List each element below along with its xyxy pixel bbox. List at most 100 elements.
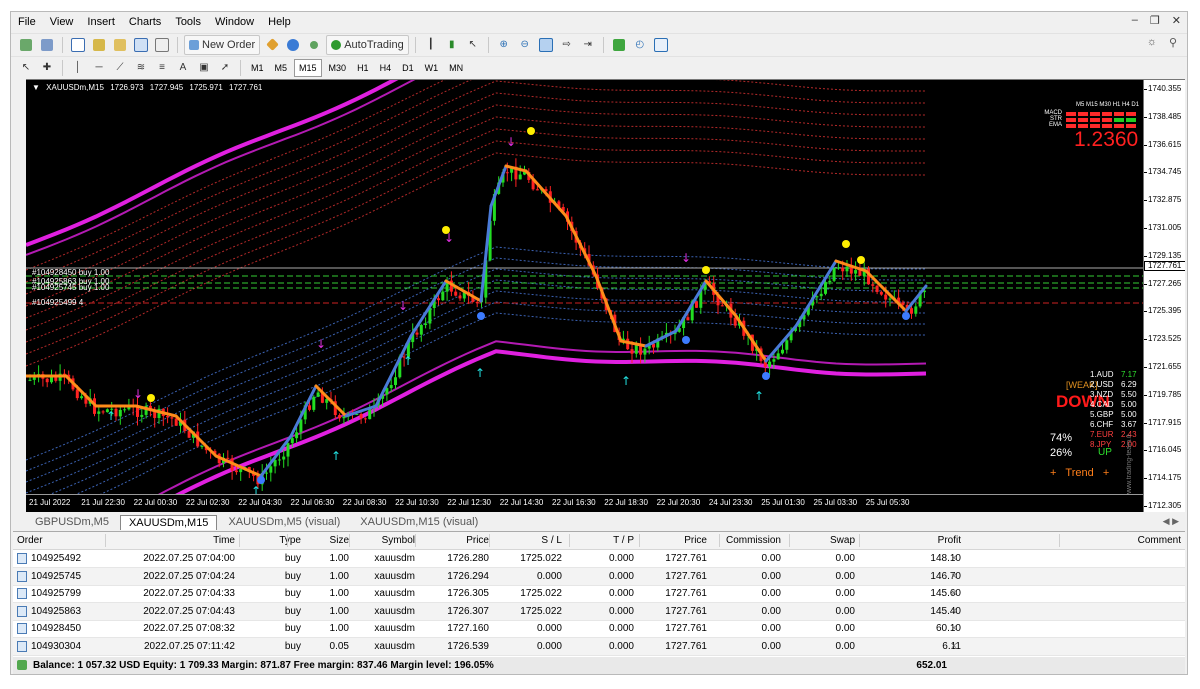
column-header[interactable]: Order: [17, 532, 43, 549]
dashboard-cell: [1102, 118, 1112, 122]
strategy-tester-icon[interactable]: [153, 36, 171, 54]
trade-row[interactable]: 104925492 2022.07.25 07:04:00 buy 1.00 xauus…: [13, 550, 1185, 568]
timeframe-m15[interactable]: M15: [294, 58, 322, 77]
trade-row[interactable]: 104925799 2022.07.25 07:04:33 buy 1.00 xauus…: [13, 585, 1185, 603]
autotrading-button[interactable]: AutoTrading: [326, 34, 409, 55]
menu-tools[interactable]: Tools: [168, 12, 208, 32]
trade-cell: 0.00: [761, 640, 781, 652]
autoscroll-icon[interactable]: ⇨: [558, 36, 576, 54]
tab-xauusdm-m15[interactable]: XAUUSDm,M15: [119, 515, 218, 530]
metaeditor-icon[interactable]: [263, 36, 281, 54]
menu-file[interactable]: File: [11, 12, 43, 32]
tab-gbpusdm-m5[interactable]: GBPUSDm,M5: [26, 514, 118, 530]
trade-row[interactable]: 104925863 2022.07.25 07:04:43 buy 1.00 xauus…: [13, 602, 1185, 621]
trade-cell: xauusdm: [374, 605, 415, 617]
vertical-line-icon[interactable]: │: [69, 59, 87, 77]
upper-channel-line: [26, 104, 926, 319]
order-label[interactable]: #104928450 buy 1.00: [32, 268, 109, 277]
column-header[interactable]: S / L: [493, 532, 562, 549]
order-label[interactable]: #104925499 4: [32, 298, 83, 307]
trade-row[interactable]: 104930304 2022.07.25 07:11:42 buy 0.05 xauus…: [13, 637, 1185, 656]
chat-icon[interactable]: ☼: [1147, 36, 1157, 48]
broadcast-icon[interactable]: [305, 36, 323, 54]
trade-row[interactable]: 104925745 2022.07.25 07:04:24 buy 1.00 xauus…: [13, 567, 1185, 586]
timeframe-mn[interactable]: MN: [445, 60, 467, 76]
trendline-icon[interactable]: ⟋: [111, 59, 129, 77]
navigator-icon[interactable]: [111, 36, 129, 54]
menu-insert[interactable]: Insert: [80, 12, 122, 32]
bar-chart-icon[interactable]: ┃: [422, 36, 440, 54]
collapse-icon[interactable]: ▼: [32, 83, 40, 92]
column-header[interactable]: T / P: [573, 532, 634, 549]
signals-icon[interactable]: [284, 36, 302, 54]
timeframe-h1[interactable]: H1: [353, 60, 373, 76]
minimize-button[interactable]: –: [1132, 14, 1138, 27]
channel-icon[interactable]: ≋: [132, 59, 150, 77]
periods-icon[interactable]: ◴: [631, 36, 649, 54]
templates-icon[interactable]: [652, 36, 670, 54]
menu-window[interactable]: Window: [208, 12, 261, 32]
column-header[interactable]: Swap: [793, 532, 855, 549]
column-header[interactable]: Price: [419, 532, 489, 549]
search-icon[interactable]: ⚲: [1169, 36, 1177, 49]
arrows-icon[interactable]: ➚: [216, 59, 234, 77]
text-label-icon[interactable]: ▣: [195, 59, 213, 77]
candlestick-icon[interactable]: ▮: [443, 36, 461, 54]
column-header[interactable]: Price: [643, 532, 707, 549]
tab-xauusdm-m15-visual[interactable]: XAUUSDm,M15 (visual): [351, 514, 487, 530]
timeframe-m30[interactable]: M30: [325, 60, 351, 76]
tab-xauusdm-m5-visual[interactable]: XAUUSDm,M5 (visual): [219, 514, 349, 530]
restore-button[interactable]: ❐: [1150, 14, 1160, 27]
close-order-icon[interactable]: ×: [951, 603, 957, 620]
column-header[interactable]: Size: [291, 532, 349, 549]
column-header[interactable]: Profit: [863, 532, 961, 549]
price-tick-label: 1723.525: [1148, 334, 1182, 344]
timeframe-w1[interactable]: W1: [421, 60, 443, 76]
column-header[interactable]: Symbol: [353, 532, 415, 549]
close-order-icon[interactable]: ×: [951, 638, 957, 655]
price-axis[interactable]: 1727.761 1740.355 1738.485 1736.615 1734.74…: [1143, 80, 1185, 512]
tile-windows-icon[interactable]: [537, 36, 555, 54]
data-window-icon[interactable]: [90, 36, 108, 54]
trade-cell: 1726.280: [447, 553, 489, 564]
zoom-in-icon[interactable]: ⊕: [495, 36, 513, 54]
candle-body: [170, 417, 174, 419]
text-icon[interactable]: A: [174, 59, 192, 77]
chart-shift-icon[interactable]: ⇥: [579, 36, 597, 54]
fibonacci-icon[interactable]: ≡: [153, 59, 171, 77]
close-order-icon[interactable]: ×: [951, 550, 957, 567]
market-watch-icon[interactable]: [69, 36, 87, 54]
trade-row[interactable]: 104928450 2022.07.25 07:08:32 buy 1.00 xauus…: [13, 620, 1185, 638]
timeframe-m5[interactable]: M5: [271, 60, 292, 76]
menu-view[interactable]: View: [43, 12, 81, 32]
column-divider: [239, 534, 240, 547]
order-label[interactable]: #104925745 buy 1.00: [32, 283, 109, 292]
line-chart-icon[interactable]: ↖: [464, 36, 482, 54]
crosshair-icon[interactable]: ✚: [38, 59, 56, 77]
close-order-icon[interactable]: ×: [951, 585, 957, 602]
tab-scroll-arrows[interactable]: ◀ ▶: [1163, 516, 1179, 527]
close-order-icon[interactable]: ×: [951, 620, 957, 637]
column-header[interactable]: Comment: [1063, 532, 1181, 549]
column-divider: [719, 534, 720, 547]
terminal-icon[interactable]: [132, 36, 150, 54]
menu-charts[interactable]: Charts: [122, 12, 168, 32]
new-order-button[interactable]: New Order: [184, 34, 261, 55]
horizontal-line-icon[interactable]: ─: [90, 59, 108, 77]
candle-body: [424, 323, 428, 326]
buy-arrow-icon: ↑: [251, 484, 261, 494]
zoom-out-icon[interactable]: ⊖: [516, 36, 534, 54]
menu-help[interactable]: Help: [261, 12, 298, 32]
timeframe-m1[interactable]: M1: [247, 60, 268, 76]
indicators-icon[interactable]: [610, 36, 628, 54]
column-header[interactable]: Commission: [723, 532, 781, 549]
close-order-icon[interactable]: ×: [951, 568, 957, 585]
profiles-icon[interactable]: [38, 36, 56, 54]
price-chart[interactable]: ↓ ↓ ↓ ↓ ↓ ↓ ↑ ↑ ↑ ↑ ↑ ↑ ↑ ▼ XAUUSDm,M15 1726.973 172…: [26, 79, 1185, 512]
cursor-icon[interactable]: ↖: [17, 59, 35, 77]
column-header[interactable]: Time: [109, 532, 235, 549]
timeframe-d1[interactable]: D1: [398, 60, 418, 76]
timeframe-h4[interactable]: H4: [376, 60, 396, 76]
close-button[interactable]: ✕: [1172, 14, 1181, 27]
new-chart-icon[interactable]: [17, 36, 35, 54]
